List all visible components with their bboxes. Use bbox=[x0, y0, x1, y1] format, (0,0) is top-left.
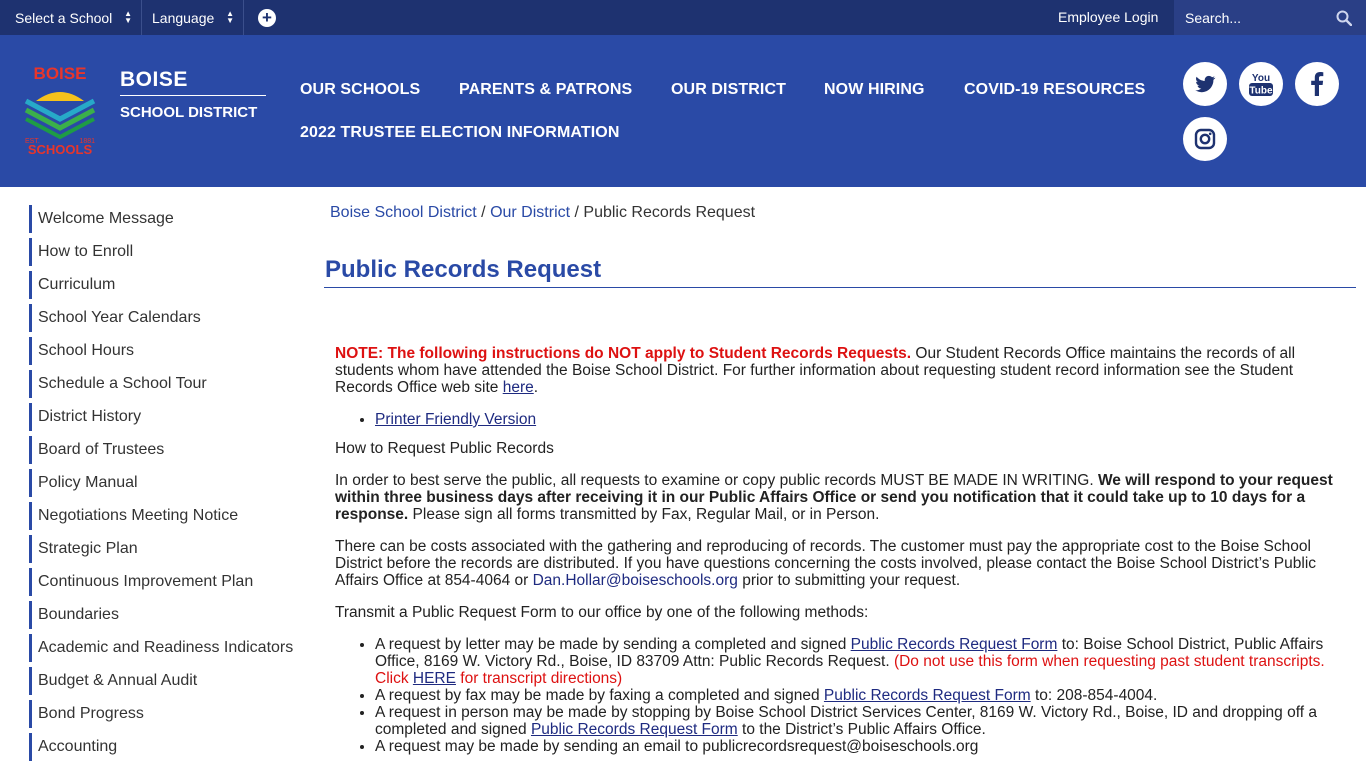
sidebar-item-how-to-enroll[interactable]: How to Enroll bbox=[29, 238, 309, 266]
brand-title[interactable]: BOISE bbox=[120, 68, 188, 92]
breadcrumb-home[interactable]: Boise School District bbox=[330, 204, 477, 221]
sidebar-item-boundaries[interactable]: Boundaries bbox=[29, 601, 309, 629]
plus-circle-icon[interactable]: + bbox=[258, 9, 276, 27]
facebook-icon bbox=[1311, 72, 1324, 96]
public-records-form-link[interactable]: Public Records Request Form bbox=[824, 687, 1031, 704]
search-icon[interactable] bbox=[1336, 10, 1352, 26]
public-records-form-link[interactable]: Public Records Request Form bbox=[531, 721, 738, 738]
employee-login-link[interactable]: Employee Login bbox=[1058, 0, 1158, 35]
sidebar-item-policy-manual[interactable]: Policy Manual bbox=[29, 469, 309, 497]
sidebar-item-budget-audit[interactable]: Budget & Annual Audit bbox=[29, 667, 309, 695]
brand-divider bbox=[120, 95, 266, 96]
title-divider bbox=[324, 287, 1356, 288]
sidebar-item-board-of-trustees[interactable]: Board of Trustees bbox=[29, 436, 309, 464]
note-bold: NOTE: The following instructions do NOT … bbox=[335, 345, 912, 362]
list-item: A request by letter may be made by sendi… bbox=[375, 636, 1345, 687]
list-item: A request in person may be made by stopp… bbox=[375, 704, 1345, 738]
student-records-note: NOTE: The following instructions do NOT … bbox=[335, 345, 1345, 396]
transmit-paragraph: Transmit a Public Request Form to our of… bbox=[335, 604, 869, 621]
transcript-warning: for transcript directions) bbox=[455, 670, 623, 687]
nav-now-hiring[interactable]: NOW HIRING bbox=[824, 81, 925, 99]
sidebar-nav: Welcome Message How to Enroll Curriculum… bbox=[29, 205, 309, 766]
logo-bottom-text: SCHOOLS bbox=[28, 142, 93, 155]
logo-top-text: BOISE bbox=[34, 64, 87, 83]
list-text: A request by letter may be made by sendi… bbox=[375, 636, 851, 653]
select-school-dropdown[interactable]: Select a School ▲ ▼ bbox=[0, 0, 142, 35]
main-content: NOTE: The following instructions do NOT … bbox=[335, 345, 1345, 768]
sidebar-item-welcome-message[interactable]: Welcome Message bbox=[29, 205, 309, 233]
nav-parents-patrons[interactable]: PARENTS & PATRONS bbox=[459, 81, 632, 99]
nav-trustee-election[interactable]: 2022 TRUSTEE ELECTION INFORMATION bbox=[300, 124, 619, 142]
sidebar-item-continuous-improvement[interactable]: Continuous Improvement Plan bbox=[29, 568, 309, 596]
sidebar-item-school-year-calendars[interactable]: School Year Calendars bbox=[29, 304, 309, 332]
nav-our-district[interactable]: OUR DISTRICT bbox=[671, 81, 786, 99]
note-end: . bbox=[533, 379, 539, 396]
list-text: A request by fax may be made by faxing a… bbox=[375, 687, 824, 704]
boise-schools-logo[interactable]: BOISE EST. 1881 SCHOOLS bbox=[22, 61, 98, 155]
paragraph-text: Please sign all forms transmitted by Fax… bbox=[408, 506, 880, 523]
utility-bar: Select a School ▲ ▼ Language ▲ ▼ + Employe… bbox=[0, 0, 1366, 35]
site-header: BOISE EST. 1881 SCHOOLS BOISE SCHOOL DIS… bbox=[0, 35, 1366, 187]
select-school-label: Select a School bbox=[15, 9, 113, 26]
sidebar-item-curriculum[interactable]: Curriculum bbox=[29, 271, 309, 299]
brand-subtitle[interactable]: SCHOOL DISTRICT bbox=[120, 104, 257, 121]
svg-text:You: You bbox=[1252, 73, 1270, 84]
facebook-link[interactable] bbox=[1295, 62, 1339, 106]
twitter-icon bbox=[1195, 75, 1216, 93]
nav-covid-resources[interactable]: COVID-19 RESOURCES bbox=[964, 81, 1145, 99]
breadcrumb-our-district[interactable]: Our District bbox=[490, 204, 570, 221]
list-item: A request by fax may be made by faxing a… bbox=[375, 687, 1345, 704]
sidebar-item-school-hours[interactable]: School Hours bbox=[29, 337, 309, 365]
printer-friendly-link[interactable]: Printer Friendly Version bbox=[375, 411, 536, 428]
email-dan-hollar-link[interactable]: Dan.Hollar@boiseschools.org bbox=[533, 572, 738, 589]
page-title: Public Records Request bbox=[325, 256, 602, 283]
search-box bbox=[1174, 0, 1366, 35]
sidebar-item-accounting[interactable]: Accounting bbox=[29, 733, 309, 761]
twitter-link[interactable] bbox=[1183, 62, 1227, 106]
instagram-icon bbox=[1194, 128, 1216, 150]
paragraph-text: In order to best serve the public, all r… bbox=[335, 472, 1098, 489]
breadcrumb-separator: / bbox=[476, 204, 491, 221]
search-input[interactable] bbox=[1174, 0, 1329, 35]
printer-list: Printer Friendly Version bbox=[375, 411, 1345, 428]
writing-requirement-paragraph: In order to best serve the public, all r… bbox=[335, 472, 1345, 523]
youtube-link[interactable]: You Tube bbox=[1239, 62, 1283, 106]
sidebar-item-negotiations-notice[interactable]: Negotiations Meeting Notice bbox=[29, 502, 309, 530]
list-item: A request may be made by sending an emai… bbox=[375, 738, 1345, 755]
how-to-heading: How to Request Public Records bbox=[335, 440, 554, 457]
updown-arrows-icon: ▲ ▼ bbox=[124, 9, 132, 25]
sidebar-item-schedule-tour[interactable]: Schedule a School Tour bbox=[29, 370, 309, 398]
sidebar-item-district-history[interactable]: District History bbox=[29, 403, 309, 431]
paragraph-text: prior to submitting your request. bbox=[737, 572, 961, 589]
student-records-here-link[interactable]: here bbox=[503, 379, 534, 396]
methods-list: A request by letter may be made by sendi… bbox=[375, 636, 1345, 755]
sidebar-item-bond-progress[interactable]: Bond Progress bbox=[29, 700, 309, 728]
breadcrumb: Boise School District / Our District / P… bbox=[330, 204, 755, 222]
list-text: to: 208-854-4004. bbox=[1030, 687, 1158, 704]
updown-arrows-icon: ▲ ▼ bbox=[226, 9, 234, 25]
sidebar-item-academic-indicators[interactable]: Academic and Readiness Indicators bbox=[29, 634, 309, 662]
svg-text:Tube: Tube bbox=[1249, 86, 1273, 97]
transcript-here-link[interactable]: HERE bbox=[413, 670, 456, 687]
list-item: Printer Friendly Version bbox=[375, 411, 1345, 428]
breadcrumb-separator: / bbox=[570, 204, 584, 221]
instagram-link[interactable] bbox=[1183, 117, 1227, 161]
list-text: to the District’s Public Affairs Office. bbox=[737, 721, 986, 738]
costs-paragraph: There can be costs associated with the g… bbox=[335, 538, 1345, 589]
public-records-form-link[interactable]: Public Records Request Form bbox=[851, 636, 1058, 653]
language-label: Language bbox=[152, 9, 215, 26]
sidebar-item-strategic-plan[interactable]: Strategic Plan bbox=[29, 535, 309, 563]
youtube-icon: You Tube bbox=[1249, 73, 1273, 97]
language-dropdown[interactable]: Language ▲ ▼ bbox=[142, 0, 244, 35]
nav-our-schools[interactable]: OUR SCHOOLS bbox=[300, 81, 420, 99]
breadcrumb-current: Public Records Request bbox=[583, 204, 756, 221]
